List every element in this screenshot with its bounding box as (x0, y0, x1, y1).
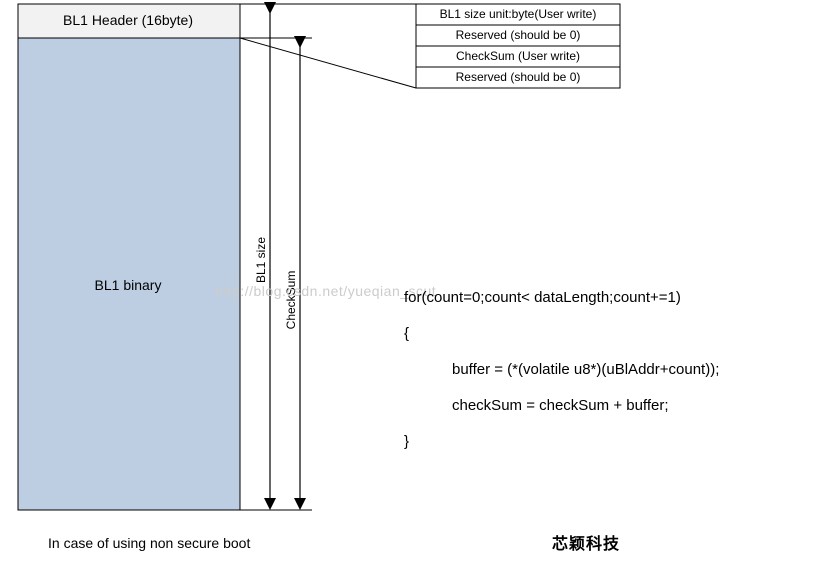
checksum-label: CheckSum (284, 271, 298, 330)
table-row: Reserved (should be 0) (456, 70, 581, 84)
bl1-binary-rect (18, 38, 240, 510)
bl1-size-label: BL1 size (254, 237, 268, 283)
code-line: checkSum = checkSum + buffer; (404, 388, 719, 424)
table-row: BL1 size unit:byte(User write) (440, 7, 597, 21)
checksum-code: for(count=0;count< dataLength;count+=1) … (404, 280, 719, 460)
bl1-size-arrow: BL1 size (240, 4, 292, 504)
header-detail-table: BL1 size unit:byte(User write) Reserved … (416, 4, 620, 88)
bl1-header-label: BL1 Header (16byte) (63, 12, 193, 28)
memory-block: BL1 Header (16byte) BL1 binary (18, 4, 240, 510)
code-line: for(count=0;count< dataLength;count+=1) (404, 289, 681, 306)
detail-connector (240, 4, 416, 88)
table-row: Reserved (should be 0) (456, 28, 581, 42)
checksum-arrow: CheckSum (240, 38, 312, 504)
code-line: { (404, 325, 409, 342)
caption: In case of using non secure boot (48, 535, 250, 551)
brand-label: 芯颖科技 (552, 530, 620, 554)
code-line: buffer = (*(volatile u8*)(uBlAddr+count)… (404, 352, 719, 388)
table-row: CheckSum (User write) (456, 49, 580, 63)
bl1-binary-label: BL1 binary (95, 277, 162, 293)
code-line: } (404, 433, 409, 450)
